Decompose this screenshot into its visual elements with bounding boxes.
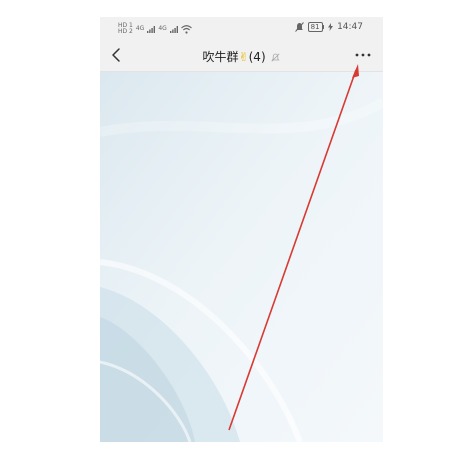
battery-tip [322, 25, 325, 29]
chat-header: 吹牛群✌(4) [100, 41, 383, 72]
more-dots-icon[interactable] [353, 47, 373, 63]
chat-title[interactable]: 吹牛群 [203, 50, 239, 64]
wifi-icon [180, 24, 192, 34]
bolt-icon [328, 23, 334, 31]
chat-message-area[interactable] [100, 72, 383, 442]
status-left: HD 1 HD 2 4G 4G [118, 23, 192, 35]
net1-label: 4G [135, 25, 145, 32]
sim2-label: HD 2 [118, 28, 133, 35]
signal-icon [169, 26, 178, 33]
signal-icon [147, 26, 156, 33]
member-count: (4) [248, 50, 266, 64]
bell-off-icon [271, 53, 281, 62]
battery-indicator: 81 [307, 22, 325, 32]
battery-level: 81 [310, 23, 320, 31]
status-time: 14:47 [337, 22, 363, 32]
net2-label: 4G [158, 25, 167, 32]
chat-title-group: 吹牛群✌(4) [100, 48, 383, 65]
sim-labels: HD 1 HD 2 [118, 23, 133, 35]
chevron-left-icon[interactable] [106, 44, 128, 66]
mute-icon [294, 22, 304, 32]
title-emoji: ✌ [238, 50, 249, 64]
status-bar: HD 1 HD 2 4G 4G 81 14:47 [100, 17, 383, 41]
chat-background [100, 72, 383, 442]
phone-screen: HD 1 HD 2 4G 4G 81 14:47 吹牛群✌(4) [100, 17, 383, 442]
status-right: 81 14:47 [294, 22, 363, 32]
battery-icon: 81 [307, 22, 323, 32]
